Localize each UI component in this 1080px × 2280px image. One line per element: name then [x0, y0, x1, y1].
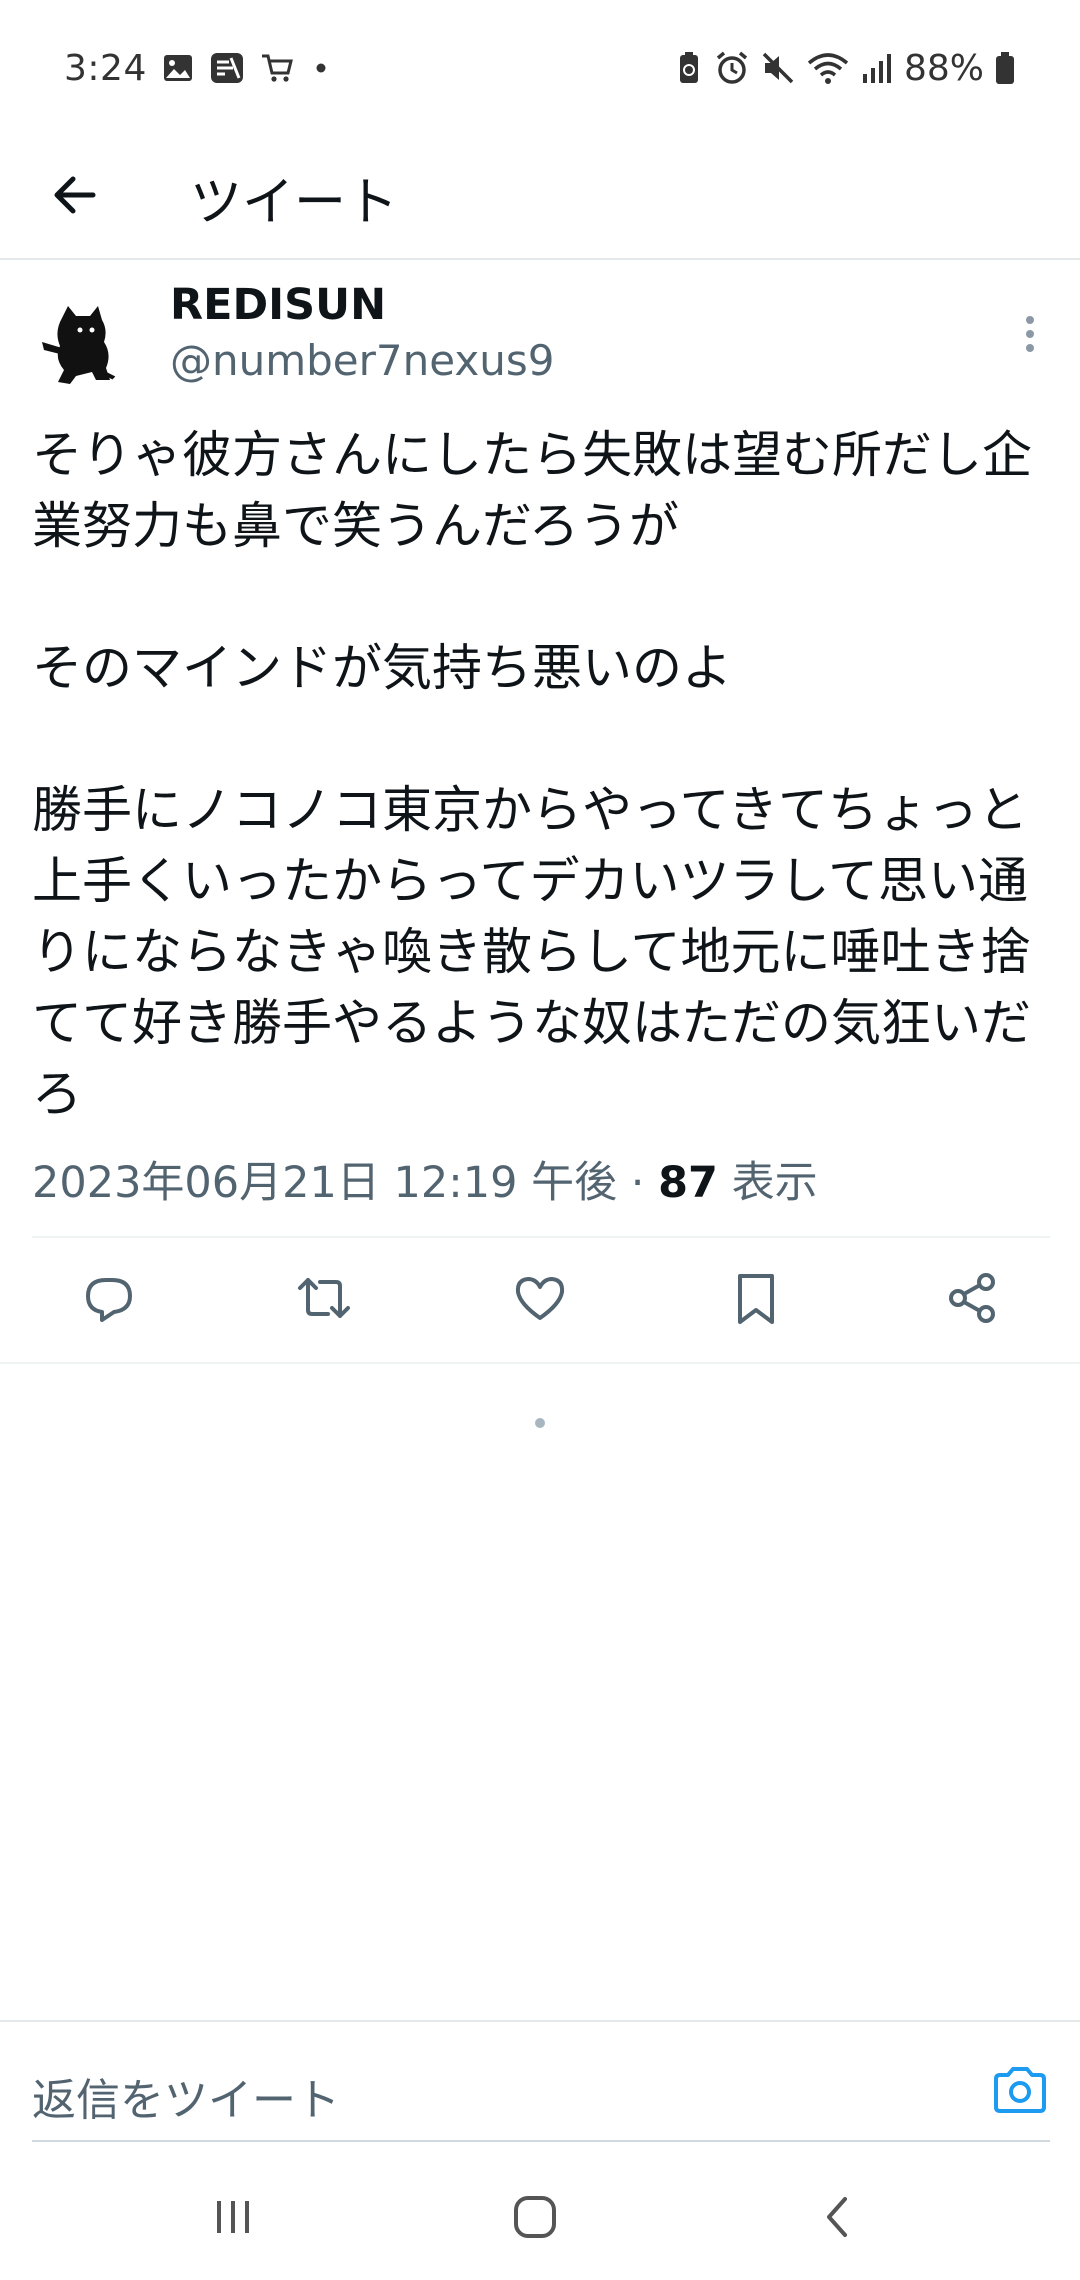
system-navigation-bar: [0, 2160, 1080, 2280]
arrow-left-icon: [49, 169, 101, 225]
recent-apps-button[interactable]: [188, 2184, 278, 2254]
gallery-notification-icon: [161, 51, 195, 85]
camera-button[interactable]: [990, 2062, 1050, 2122]
tweet-meta: 2023年06月21日 12:19 午後 · 87 表示: [32, 1148, 818, 1210]
like-button[interactable]: [500, 1260, 580, 1340]
app-notification-icon: [209, 50, 245, 86]
tweet-paragraph: そのマインドが気持ち悪いのよ: [32, 639, 732, 697]
bookmark-icon: [728, 1270, 784, 1330]
tweet-action-bar: [0, 1240, 1080, 1362]
share-icon: [944, 1270, 1000, 1330]
tweet-author: REDISUN @number7nexus9: [0, 264, 1080, 404]
divider: [0, 1362, 1080, 1364]
home-icon: [511, 2193, 559, 2245]
user-handle[interactable]: @number7nexus9: [170, 336, 554, 385]
more-options-button[interactable]: [1002, 308, 1058, 364]
battery-saver-icon: [674, 50, 704, 86]
chevron-left-icon: [819, 2193, 855, 2245]
heart-icon: [512, 1270, 568, 1330]
status-right: 88%: [674, 48, 1016, 89]
mute-icon: [760, 50, 796, 86]
reply-composer: 返信をツイート: [0, 2020, 1080, 2142]
meta-separator: ·: [630, 1158, 645, 1208]
back-button[interactable]: [0, 135, 150, 259]
reply-input[interactable]: 返信をツイート: [32, 2064, 340, 2128]
bookmark-button[interactable]: [716, 1260, 796, 1340]
reply-input-underline: [32, 2140, 1050, 2142]
battery-percentage: 88%: [903, 47, 984, 89]
share-button[interactable]: [932, 1260, 1012, 1340]
shopping-cart-icon: [259, 50, 295, 86]
top-app-bar: ツイート: [0, 136, 1080, 260]
reply-icon: [80, 1270, 136, 1330]
status-left: 3:24: [64, 48, 333, 89]
retweet-button[interactable]: [284, 1260, 364, 1340]
tweet-paragraph: そりゃ彼方さんにしたら失敗は望む所だし企業努力も鼻で笑うんだろうが: [32, 426, 1032, 555]
signal-icon: [860, 50, 894, 86]
more-vertical-icon: [1024, 314, 1036, 358]
camera-icon: [992, 2065, 1048, 2119]
reply-button[interactable]: [68, 1260, 148, 1340]
avatar[interactable]: [32, 296, 128, 392]
loading-indicator: [535, 1418, 545, 1428]
wifi-icon: [806, 50, 850, 86]
battery-icon: [994, 50, 1016, 86]
page-title: ツイート: [190, 172, 399, 233]
status-bar: 3:24 88%: [0, 0, 1080, 136]
tweet-text: そりゃ彼方さんにしたら失敗は望む所だし企業努力も鼻で笑うんだろうが そのマインド…: [32, 420, 1052, 1130]
system-back-button[interactable]: [792, 2184, 882, 2254]
home-button[interactable]: [490, 2184, 580, 2254]
views-label: 表示: [731, 1158, 818, 1208]
tweet-timestamp[interactable]: 2023年06月21日 12:19 午後: [32, 1158, 617, 1208]
divider: [32, 1236, 1050, 1238]
alarm-icon: [714, 50, 750, 86]
tweet-paragraph: 勝手にノコノコ東京からやってきてちょっと上手くいったからってデカいツラして思い通…: [32, 781, 1031, 1123]
recent-apps-icon: [211, 2197, 255, 2241]
status-time: 3:24: [64, 47, 147, 89]
views-count: 87: [658, 1158, 718, 1208]
display-name[interactable]: REDISUN: [170, 280, 386, 330]
cat-silhouette-avatar-icon: [32, 296, 128, 392]
more-notifications-dot-icon: [309, 56, 333, 80]
retweet-icon: [294, 1270, 354, 1330]
